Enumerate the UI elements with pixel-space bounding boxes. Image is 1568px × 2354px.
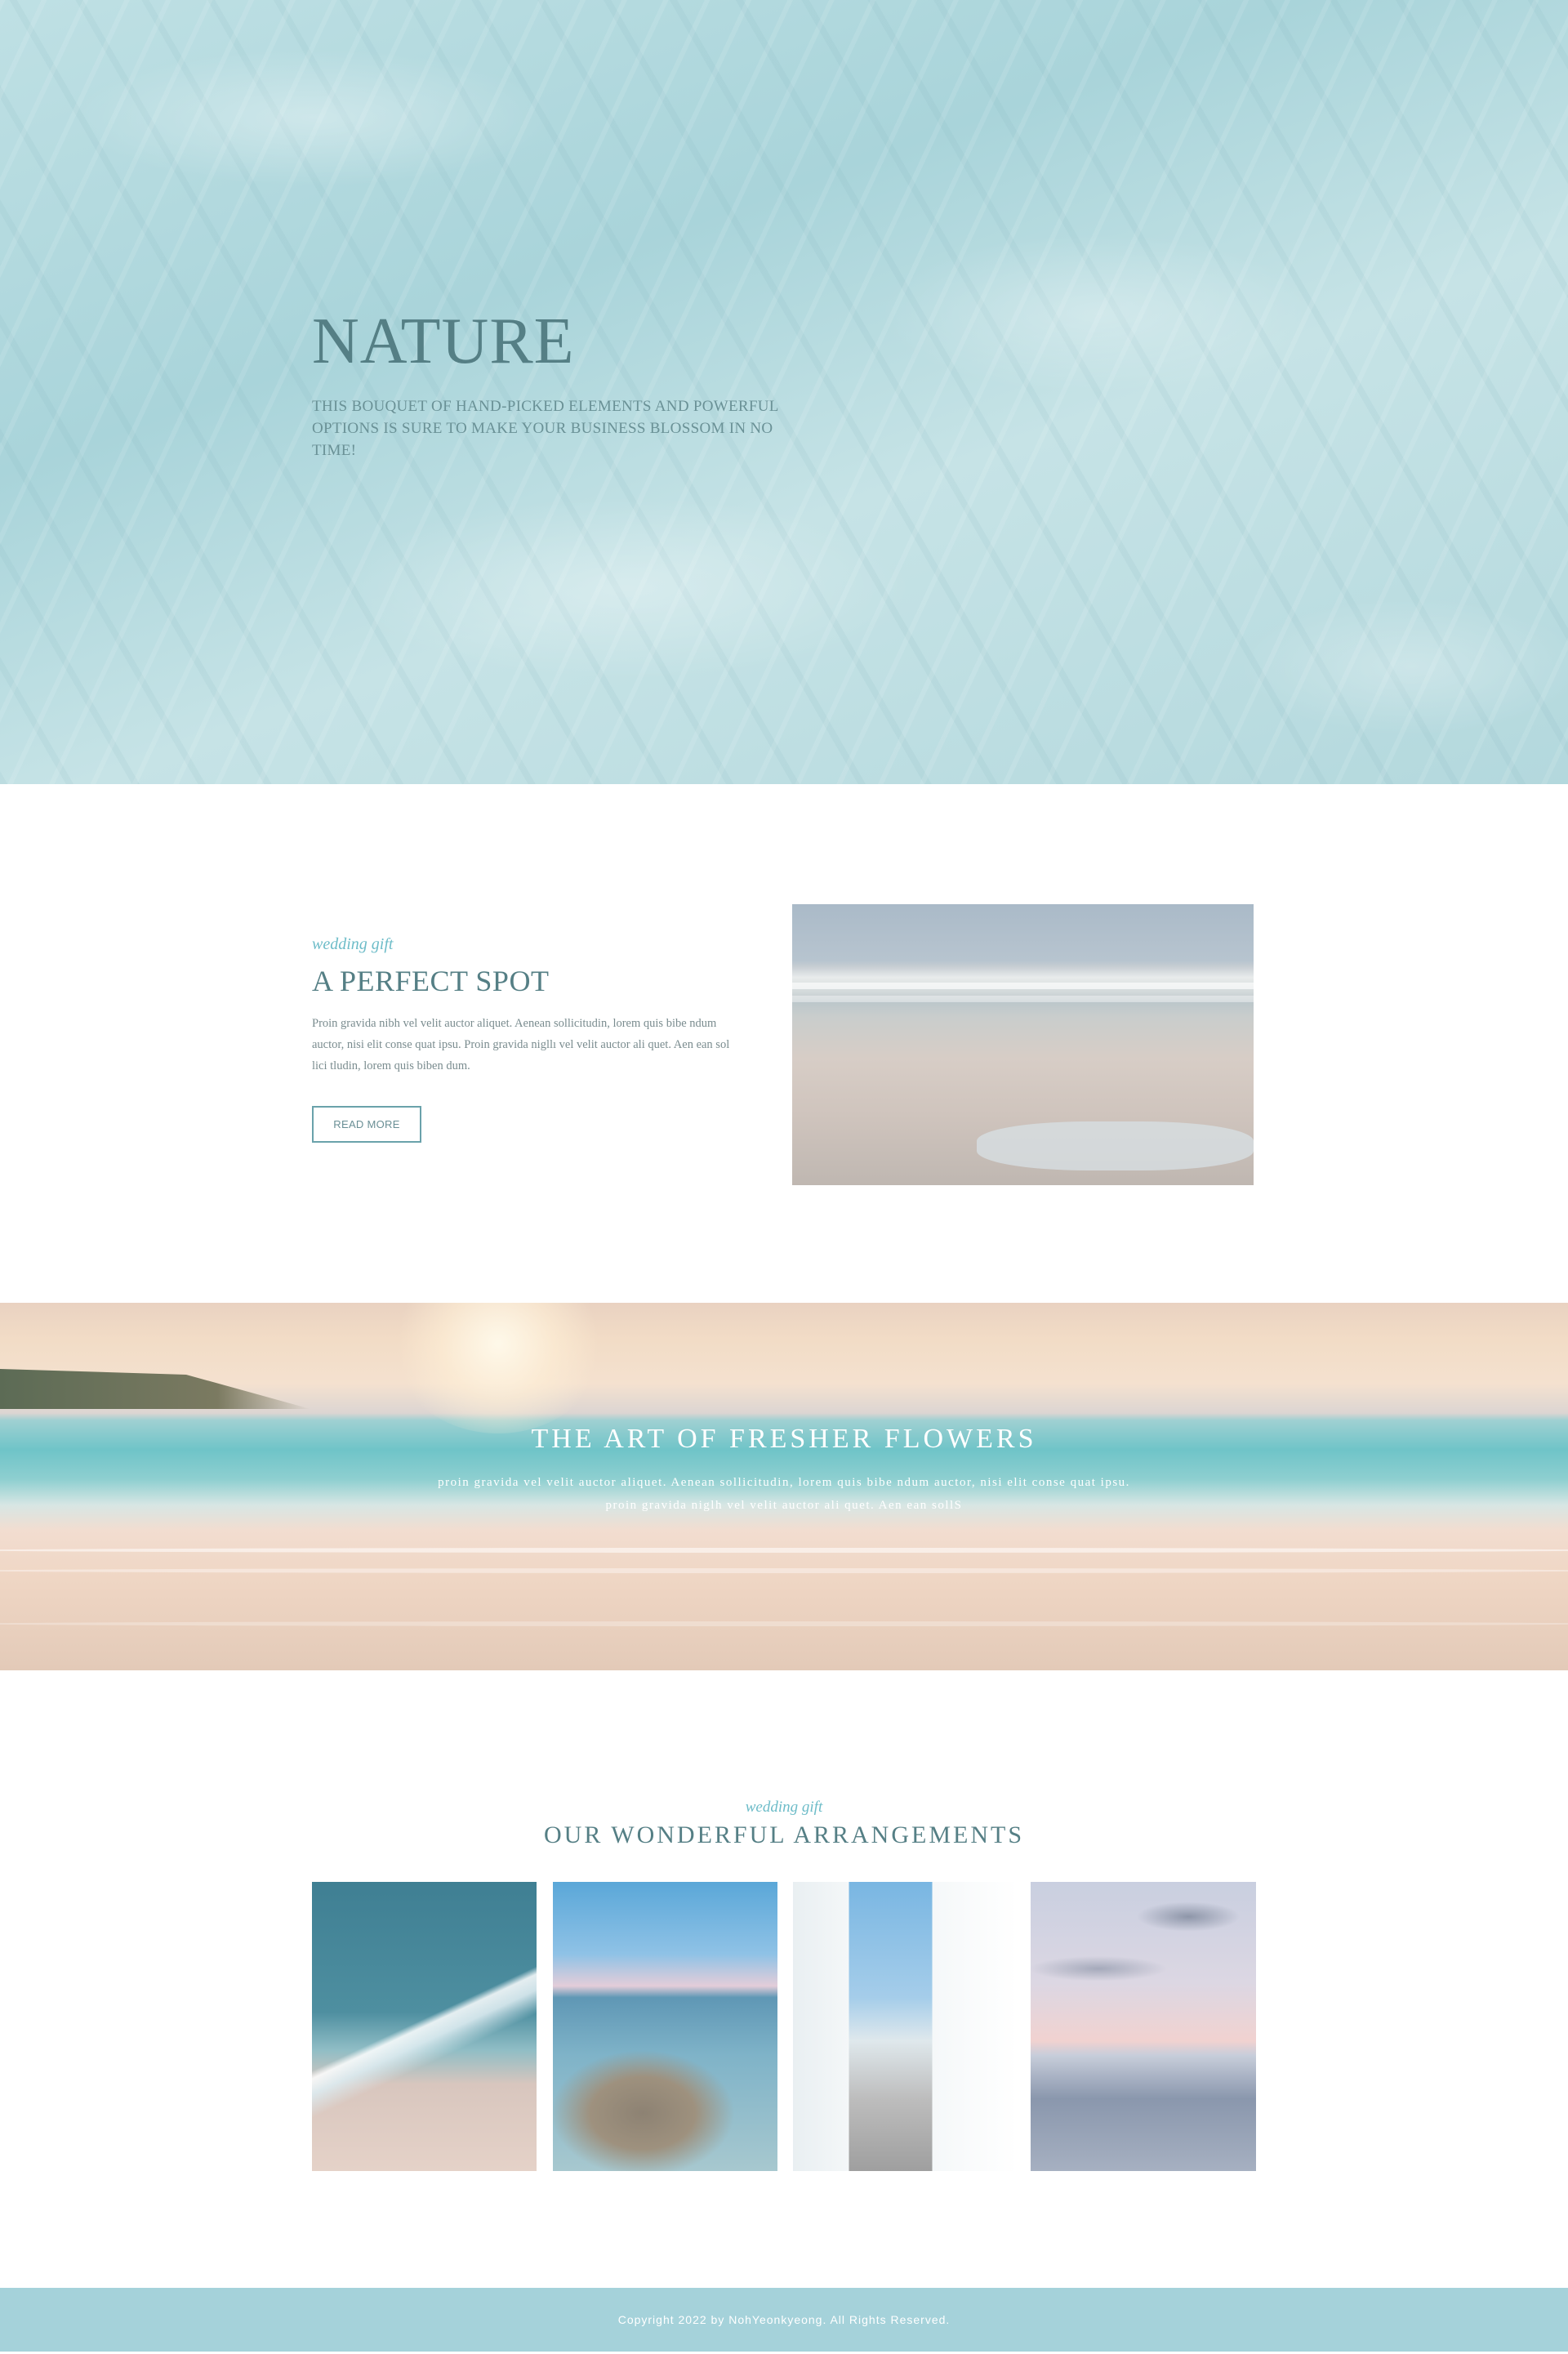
- beach-photo: [792, 904, 1254, 1185]
- palm-shore: [0, 1369, 310, 1409]
- wave-line: [792, 996, 1254, 1002]
- hero-content: NATURE THIS BOUQUET OF HAND-PICKED ELEME…: [312, 309, 802, 461]
- arrangements-header: wedding gift OUR WONDERFUL ARRANGEMENTS: [0, 1799, 1568, 1849]
- banner-title: THE ART OF FRESHER FLOWERS: [531, 1424, 1037, 1454]
- cloudy-sea-photo[interactable]: [1031, 1882, 1256, 2171]
- wave-line: [792, 983, 1254, 989]
- white-alley-photo[interactable]: [793, 1882, 1018, 2171]
- spot-text-block: wedding gift A PERFECT SPOT Proin gravid…: [312, 935, 737, 1143]
- hero-section: NATURE THIS BOUQUET OF HAND-PICKED ELEME…: [0, 0, 1568, 784]
- arrangements-title: OUR WONDERFUL ARRANGEMENTS: [543, 1821, 1025, 1848]
- hero-text: THIS BOUQUET OF HAND-PICKED ELEMENTS AND…: [312, 398, 778, 459]
- perfect-spot-section: wedding gift A PERFECT SPOT Proin gravid…: [0, 784, 1568, 1303]
- spot-body: Proin gravida nibh vel velit auctor aliq…: [312, 1017, 730, 1072]
- rocky-shore-photo[interactable]: [553, 1882, 777, 2171]
- fresher-flowers-banner: THE ART OF FRESHER FLOWERS proin gravida…: [0, 1303, 1568, 1670]
- puddle-shape: [977, 1121, 1254, 1170]
- footer-copyright: Copyright 2022 by NohYeonkyeong. All Rig…: [617, 2313, 951, 2326]
- hero-title: NATURE: [312, 305, 575, 377]
- arrangements-gallery: [312, 1882, 1256, 2171]
- arrangements-eyebrow: wedding gift: [745, 1799, 823, 1816]
- foam-line: [0, 1548, 1568, 1553]
- aerial-waves-photo[interactable]: [312, 1882, 537, 2171]
- arrangements-section: wedding gift OUR WONDERFUL ARRANGEMENTS: [0, 1670, 1568, 2288]
- banner-content: THE ART OF FRESHER FLOWERS proin gravida…: [0, 1424, 1568, 1517]
- spot-title: A PERFECT SPOT: [312, 965, 550, 997]
- foam-line: [0, 1621, 1568, 1626]
- read-more-button[interactable]: READ MORE: [312, 1106, 421, 1143]
- footer: Copyright 2022 by NohYeonkyeong. All Rig…: [0, 2288, 1568, 2352]
- banner-text: proin gravida vel velit auctor aliquet. …: [438, 1476, 1130, 1512]
- sun-glow: [392, 1303, 604, 1433]
- spot-eyebrow: wedding gift: [312, 935, 394, 953]
- foam-line: [0, 1568, 1568, 1573]
